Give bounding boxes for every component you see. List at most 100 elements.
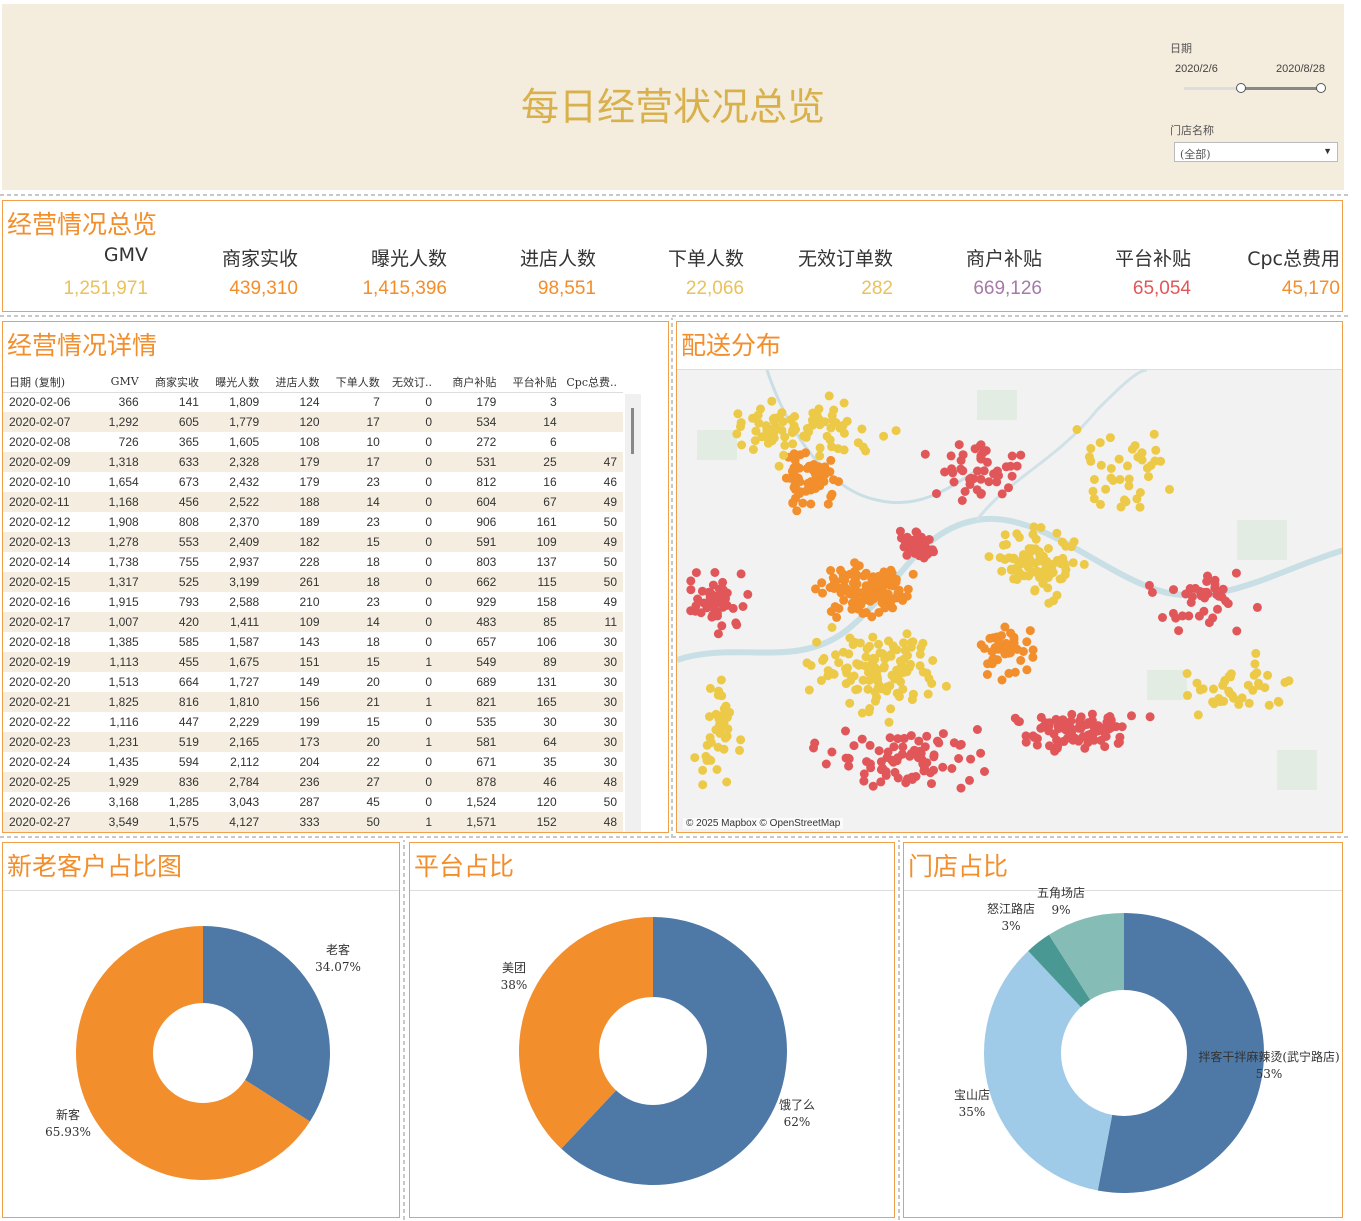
table-row[interactable]: 2020-02-12 1,908 808 2,370 189 23 0 906 161 50 <box>3 512 623 532</box>
table-cell: 2020-02-20 <box>9 675 71 689</box>
table-row[interactable]: 2020-02-25 1,929 836 2,784 236 27 0 878 46 48 <box>3 772 623 792</box>
table-cell: 2020-02-10 <box>9 475 71 489</box>
map-dot <box>844 589 854 599</box>
map-dot <box>929 765 938 775</box>
column-header[interactable]: 无效订.. <box>386 372 438 392</box>
table-row[interactable]: 2020-02-21 1,825 816 1,810 156 21 1 821 165 30 <box>3 692 623 712</box>
table-cell: 272 <box>476 435 497 449</box>
table-cell: 131 <box>536 675 557 689</box>
map-dot <box>780 440 790 450</box>
map-dot <box>798 498 808 508</box>
table-cell: 1,524 <box>466 795 497 809</box>
table-cell: 48 <box>562 812 623 832</box>
column-header[interactable]: 商家实收 <box>145 372 205 392</box>
table-cell: 50 <box>325 812 386 832</box>
date-slider-start-handle[interactable] <box>1236 83 1246 93</box>
pie-label: 拌客干拌麻辣烫(武宁路店) 53% <box>1189 1049 1349 1083</box>
pie-chart-customers[interactable] <box>3 843 401 1219</box>
table-cell: 535 <box>476 715 497 729</box>
table-cell: 591 <box>438 532 503 552</box>
kpi-label: 下单人数 <box>667 248 744 270</box>
table-cell: 50 <box>603 515 617 529</box>
table-row[interactable]: 2020-02-19 1,113 455 1,675 151 15 1 549 89 30 <box>3 652 623 672</box>
map-dot <box>884 717 894 727</box>
table-cell: 581 <box>438 732 503 752</box>
map-dot <box>1158 613 1167 622</box>
table-cell: 657 <box>476 635 497 649</box>
date-slider-end-handle[interactable] <box>1316 83 1326 93</box>
date-slider-track[interactable] <box>1184 83 1326 93</box>
table-cell: 2020-02-14 <box>9 555 71 569</box>
table-cell: 14 <box>325 492 386 512</box>
map-dot <box>790 412 800 421</box>
table-row[interactable]: 2020-02-18 1,385 585 1,587 143 18 0 657 106 30 <box>3 632 623 652</box>
map-dot <box>1089 475 1099 484</box>
map-dot <box>806 499 816 509</box>
table-row[interactable]: 2020-02-17 1,007 420 1,411 109 14 0 483 85 11 <box>3 612 623 632</box>
table-row[interactable]: 2020-02-27 3,549 1,575 4,127 333 50 1 1,571 152 4… <box>3 812 623 832</box>
table-row[interactable]: 2020-02-09 1,318 633 2,328 179 17 0 531 25 47 <box>3 452 623 472</box>
table-row[interactable]: 2020-02-11 1,168 456 2,522 188 14 0 604 67 49 <box>3 492 623 512</box>
table-row[interactable]: 2020-02-07 1,292 605 1,779 120 17 0 534 14 <box>3 412 623 432</box>
table-cell: 689 <box>476 675 497 689</box>
table-cell: 455 <box>144 652 205 672</box>
map-dot <box>938 729 948 739</box>
table-cell: 534 <box>438 412 503 432</box>
chevron-down-icon[interactable]: ▼ <box>1323 146 1332 156</box>
table-row[interactable]: 2020-02-22 1,116 447 2,229 199 15 0 535 30 30 <box>3 712 623 732</box>
store-filter-dropdown[interactable]: (全部) ▼ <box>1174 142 1338 162</box>
table-cell: 149 <box>299 675 320 689</box>
table-cell: 179 <box>476 395 497 410</box>
column-header[interactable]: 商户补贴 <box>438 372 502 392</box>
table-cell: 16 <box>543 475 557 489</box>
column-header[interactable]: 日期 (复制) <box>3 372 99 392</box>
table-row[interactable]: 2020-02-14 1,738 755 2,937 228 18 0 803 137 50 <box>3 552 623 572</box>
map-dot <box>984 552 994 562</box>
map-dot <box>1149 429 1159 439</box>
column-header[interactable]: Cpc总费.. <box>563 372 623 392</box>
column-header[interactable]: 下单人数 <box>326 372 386 392</box>
detail-title: 经营情况详情 <box>7 331 158 360</box>
table-row[interactable]: 2020-02-06 366 141 1,809 124 7 0 179 3 <box>3 392 623 412</box>
column-header[interactable]: GMV <box>99 372 144 392</box>
table-row[interactable]: 2020-02-08 726 365 1,605 108 10 0 272 6 <box>3 432 623 452</box>
table-row[interactable]: 2020-02-16 1,915 793 2,588 210 23 0 929 158 49 <box>3 592 623 612</box>
table-cell: 120 <box>536 795 557 809</box>
map-dot <box>957 496 967 505</box>
table-row[interactable]: 2020-02-20 1,513 664 1,727 149 20 0 689 131 30 <box>3 672 623 692</box>
column-header[interactable]: 曝光人数 <box>205 372 265 392</box>
map-dot <box>1007 471 1017 481</box>
table-row[interactable]: 2020-02-15 1,317 525 3,199 261 18 0 662 115 50 <box>3 572 623 592</box>
table-row[interactable]: 2020-02-23 1,231 519 2,165 173 20 1 581 64 30 <box>3 732 623 752</box>
table-row[interactable]: 2020-02-13 1,278 553 2,409 182 15 0 591 109 49 <box>3 532 623 552</box>
table-cell: 2,588 <box>229 595 260 609</box>
table-cell: 1,113 <box>99 652 145 672</box>
table-cell: 1,007 <box>99 612 145 632</box>
scrollbar-thumb[interactable] <box>631 408 634 454</box>
table-scrollbar[interactable] <box>625 394 641 832</box>
map-dot <box>821 759 831 769</box>
table-row[interactable]: 2020-02-24 1,435 594 2,112 204 22 0 671 35 30 <box>3 752 623 772</box>
map-dot <box>1186 598 1196 607</box>
map-dot <box>941 681 951 691</box>
table-row[interactable]: 2020-02-26 3,168 1,285 3,043 287 45 0 1,524 120 5… <box>3 792 623 812</box>
map-dot <box>1135 488 1145 497</box>
table-row[interactable]: 2020-02-10 1,654 673 2,432 179 23 0 812 16 46 <box>3 472 623 492</box>
map-dot <box>966 754 976 764</box>
table-cell: 1,385 <box>108 635 139 649</box>
table-cell: 45 <box>366 795 380 809</box>
map-dot <box>748 445 758 454</box>
pie-chart-platform[interactable] <box>410 843 896 1219</box>
pie-label-name: 五角场店 <box>1036 886 1085 900</box>
pie-label-name: 拌客干拌麻辣烫(武宁路店) <box>1198 1050 1340 1064</box>
table-cell: 0 <box>425 755 433 769</box>
map-dot <box>801 432 811 442</box>
table-cell: 0 <box>425 435 433 449</box>
map-dot <box>861 592 871 602</box>
column-header[interactable]: 进店人数 <box>265 372 325 392</box>
map-dot <box>826 455 836 465</box>
column-header[interactable]: 平台补贴 <box>502 372 562 392</box>
table-cell: 1 <box>385 812 439 832</box>
delivery-map[interactable] <box>677 370 1343 833</box>
map-dot <box>857 734 867 744</box>
